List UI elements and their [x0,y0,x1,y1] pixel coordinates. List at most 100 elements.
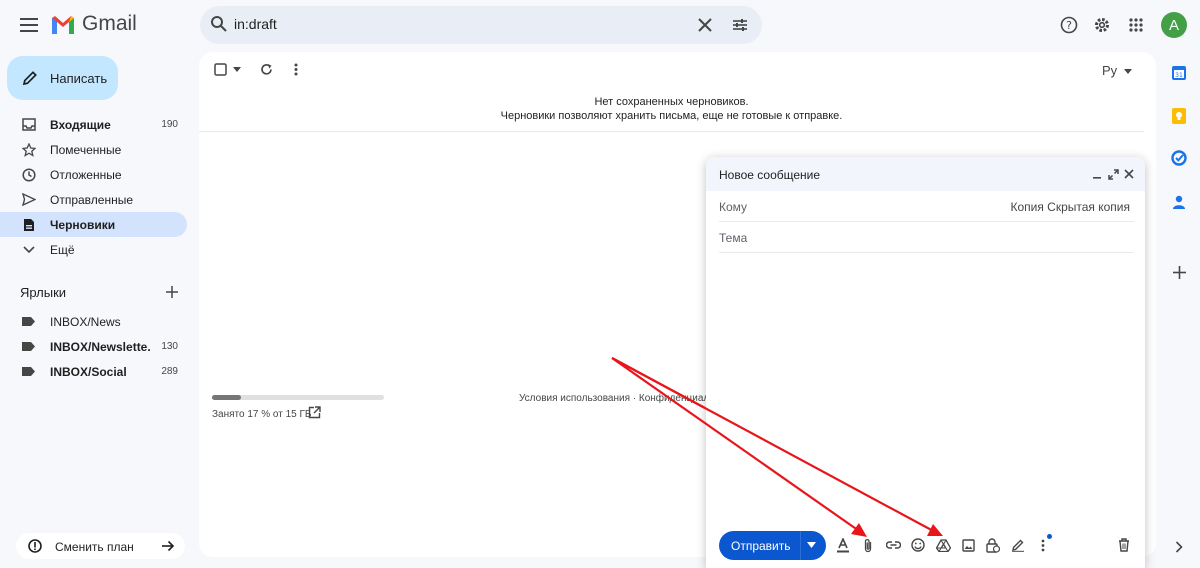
main-menu-button[interactable] [14,10,44,40]
nav-label: Черновики [50,218,116,232]
gmail-logo[interactable]: Gmail [50,12,137,36]
compose-title: Новое сообщение [719,168,821,182]
subject-field[interactable]: Тема [719,222,1134,253]
clock-icon [21,167,36,182]
minimize-button[interactable] [1091,168,1103,180]
nav-label: Помеченные [50,143,122,157]
apps-button[interactable] [1123,12,1149,38]
nav-item-more[interactable]: Ещё [0,237,187,262]
upgrade-label: Сменить план [55,540,134,554]
minimize-icon [1093,177,1101,179]
label-item[interactable]: INBOX/Social 289 [0,359,187,384]
nav-item-snoozed[interactable]: Отложенные [0,162,187,187]
nav-count: 190 [161,119,178,130]
more-vert-icon [1041,539,1045,551]
nav-item-drafts[interactable]: Черновики [0,212,187,237]
inbox-icon [21,117,36,132]
clear-search-icon[interactable] [698,18,712,32]
settings-button[interactable] [1089,12,1115,38]
avatar[interactable]: A [1161,12,1187,38]
to-label: Кому [719,200,748,214]
drive-icon [935,538,951,552]
plus-icon [1172,265,1186,279]
compose-header[interactable]: Новое сообщение [706,157,1145,191]
discard-draft-button[interactable] [1116,537,1132,553]
refresh-button[interactable] [260,62,273,76]
caret-down-icon [1123,69,1132,75]
add-label-button[interactable] [166,285,178,299]
message-body[interactable] [719,257,1134,522]
trash-icon [1119,538,1129,552]
nav-item-sent[interactable]: Отправленные [0,187,187,212]
external-link-icon[interactable] [308,406,321,419]
more-vert-icon [294,63,298,75]
expand-icon [1107,168,1119,180]
label-count: 289 [161,366,178,377]
arrow-right-icon [162,540,175,552]
help-button[interactable]: ? [1056,12,1082,38]
emoji-icon [911,538,925,552]
image-icon [961,538,975,552]
footer-links[interactable]: Условия использования · Конфиденциальн [519,393,709,404]
search-options-icon[interactable] [732,17,748,33]
nav-item-inbox[interactable]: Входящие 190 [0,112,187,137]
label-name: INBOX/Newslette... [50,340,150,354]
add-app-button[interactable] [1170,263,1188,281]
cc-bcc-links[interactable]: Копия Скрытая копия [1010,200,1130,214]
empty-drafts-message: Нет сохраненных черновиков. [594,96,749,108]
search-bar[interactable]: in:draft [200,6,762,44]
notification-dot [1047,534,1052,539]
nav-item-starred[interactable]: Помеченные [0,137,187,162]
insert-emoji-button[interactable] [910,537,926,553]
keep-app-button[interactable] [1170,107,1188,125]
svg-text:?: ? [1066,19,1072,32]
select-all-checkbox[interactable] [214,62,241,76]
more-options-button[interactable] [1035,537,1051,553]
expand-panel-button[interactable] [1170,538,1188,556]
search-icon[interactable] [210,15,228,33]
close-icon [1124,169,1134,179]
label-count: 130 [161,341,178,352]
paperclip-icon [864,538,872,552]
confidential-mode-button[interactable] [985,537,1001,553]
send-button[interactable]: Отправить [719,531,826,560]
storage-text: Занято 17 % от 15 ГБ [212,409,312,420]
storage-bar [212,395,384,400]
label-name: INBOX/Social [50,365,127,379]
tasks-app-button[interactable] [1170,149,1188,167]
close-compose-button[interactable] [1123,168,1135,180]
contacts-icon [1173,195,1185,209]
contacts-app-button[interactable] [1170,193,1188,211]
fullscreen-button[interactable] [1107,168,1119,180]
label-item[interactable]: INBOX/News [0,309,187,334]
app-name: Gmail [82,12,137,35]
more-options-button[interactable] [294,62,298,76]
subject-placeholder: Тема [719,231,748,245]
checkbox-icon [214,62,227,76]
caret-down-icon[interactable] [233,66,241,72]
send-label: Отправить [731,539,791,553]
label-item[interactable]: INBOX/Newslette... 130 [0,334,187,359]
insert-drive-button[interactable] [935,537,951,553]
lang-label: Ру [1102,63,1118,78]
schedule-send-caret-icon[interactable] [807,542,816,548]
insert-signature-button[interactable] [1010,537,1026,553]
plus-icon [166,286,178,298]
nav-label: Ещё [50,243,75,257]
input-tools-button[interactable]: Ру [1102,63,1132,78]
insert-link-button[interactable] [885,537,901,553]
formatting-button[interactable] [835,537,851,553]
apps-grid-icon [1129,18,1143,32]
chevron-right-icon [1175,541,1183,553]
compose-window: Новое сообщение Кому Копия Скрытая копия… [706,157,1145,568]
compose-button[interactable]: Написать [7,56,118,100]
insert-photo-button[interactable] [960,537,976,553]
calendar-app-button[interactable]: 31 [1170,64,1188,82]
lock-clock-icon [986,537,1000,553]
upgrade-plan-button[interactable]: Сменить план [16,533,185,559]
attach-file-button[interactable] [860,537,876,553]
label-name: INBOX/News [50,315,121,329]
gmail-m-icon [52,16,74,34]
search-input[interactable]: in:draft [234,16,277,32]
to-field[interactable]: Кому Копия Скрытая копия [719,191,1134,222]
